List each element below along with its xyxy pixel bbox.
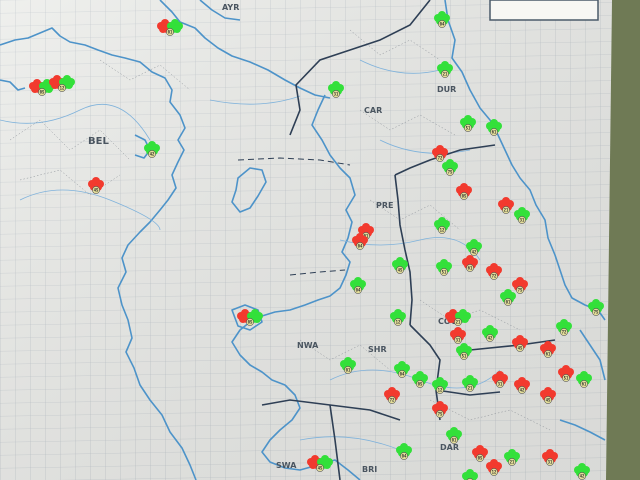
marker-number: 61 [468,266,473,271]
marker-number: 72 [562,330,567,335]
map-sheet [0,0,612,480]
region-label-dur: DUR [437,85,456,94]
marker-number: 12 [492,470,497,475]
marker-number: 42 [580,474,585,479]
marker-number: 21 [443,72,448,77]
marker-number: 05 [478,456,483,461]
region-label-bri: BRI [362,465,377,474]
marker-number: 12 [440,228,445,233]
marker-number: 42 [472,250,477,255]
marker-number: 51 [466,126,471,131]
marker-number: 01 [452,438,457,443]
marker-number: 05 [462,194,467,199]
marker-number: 31 [498,382,503,387]
marker-number: 05 [40,90,45,95]
marker-number: 75 [448,170,453,175]
marker-number: 01 [346,368,351,373]
marker-number: 51 [462,354,467,359]
wall-map: AYR BEL CAR DUR PRE NWA SHR SWA BRI COV … [0,0,640,480]
marker-number: 45 [546,398,551,403]
marker-number: 45 [518,346,523,351]
region-label-car: CAR [364,106,382,115]
marker-number: 04 [400,372,405,377]
marker-number: 42 [488,336,493,341]
region-label-swa: SWA [276,461,297,470]
region-label-bel: BEL [88,136,109,147]
marker-number: 45 [398,268,403,273]
map-photo: AYR BEL CAR DUR PRE NWA SHR SWA BRI COV … [0,0,640,480]
marker-number: 31 [520,218,525,223]
marker-number: 75 [594,310,599,315]
region-label-dar: DAR [440,443,459,452]
marker-number: 61 [546,352,551,357]
marker-number: 21 [510,460,515,465]
marker-number: 42 [520,388,525,393]
marker-number: 72 [438,156,443,161]
marker-number: 12 [396,320,401,325]
marker-number: 21 [504,208,509,213]
marker-number: 04 [358,244,363,249]
region-label-shr: SHR [368,345,387,354]
marker-number: 12 [438,388,443,393]
region-label-pre: PRE [376,201,394,210]
marker-number: 31 [456,338,461,343]
marker-number: 12 [60,86,65,91]
marker-number: 75 [438,412,443,417]
marker-number: 45 [94,188,99,193]
marker-number: 42 [150,152,155,157]
marker-number: 05 [248,320,253,325]
legend-box [489,0,599,21]
marker-number: 45 [318,466,323,471]
region-label-nwa: NWA [297,341,319,350]
marker-number: 61 [492,130,497,135]
marker-number: 21 [468,386,473,391]
marker-number: 05 [418,382,423,387]
marker-number: 75 [518,288,523,293]
marker-number: 31 [334,92,339,97]
marker-number: 31 [548,460,553,465]
marker-number: 04 [440,22,445,27]
marker-number: 04 [402,454,407,459]
marker-number: 01 [506,300,511,305]
marker-number: 72 [390,398,395,403]
region-label-ayr: AYR [222,3,239,12]
marker-number: 21 [456,320,461,325]
marker-number: 04 [356,288,361,293]
marker-number: 61 [582,382,587,387]
marker-number: 51 [564,376,569,381]
marker-number: 01 [168,30,173,35]
marker-number: 51 [442,270,447,275]
marker-number: 72 [492,274,497,279]
